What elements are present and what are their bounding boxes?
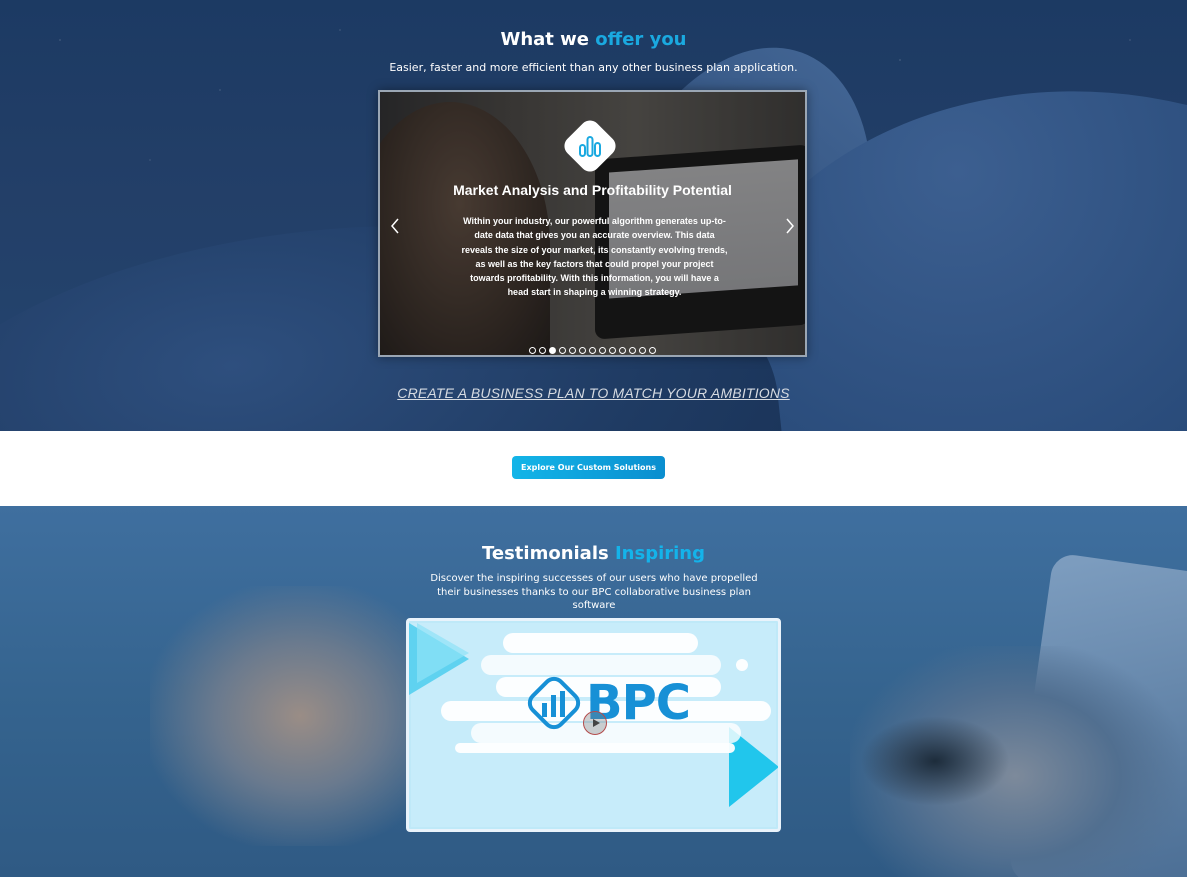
cta-band: Explore Our Custom Solutions bbox=[0, 431, 1187, 506]
carousel-dot[interactable] bbox=[609, 347, 616, 354]
bpc-logo-icon bbox=[527, 676, 581, 730]
chevron-left-icon bbox=[391, 218, 399, 234]
carousel-dot[interactable] bbox=[629, 347, 636, 354]
testimonials-title: Testimonials Inspiring bbox=[0, 543, 1187, 564]
testimonials-subtitle: Discover the inspiring successes of our … bbox=[430, 573, 758, 611]
carousel-dot[interactable] bbox=[649, 347, 656, 354]
testimonials-title-accent: Inspiring bbox=[614, 543, 706, 564]
chevron-right-icon bbox=[786, 218, 794, 234]
carousel-dot[interactable] bbox=[539, 347, 546, 354]
play-icon[interactable] bbox=[583, 711, 607, 735]
explore-solutions-button[interactable]: Explore Our Custom Solutions bbox=[512, 456, 665, 479]
carousel-dot[interactable] bbox=[559, 347, 566, 354]
testimonial-video[interactable]: BPC bbox=[406, 618, 781, 832]
slide-description: Within your industry, our powerful algor… bbox=[461, 216, 728, 298]
carousel-dot[interactable] bbox=[619, 347, 626, 354]
background-watch bbox=[860, 716, 1010, 806]
carousel-prev-button[interactable] bbox=[386, 214, 404, 238]
create-business-plan-link[interactable]: CREATE A BUSINESS PLAN TO MATCH YOUR AMB… bbox=[0, 385, 1187, 401]
testimonials-section: Testimonials Inspiring Discover the insp… bbox=[0, 506, 1187, 877]
carousel-dot[interactable] bbox=[569, 347, 576, 354]
carousel-dot[interactable] bbox=[529, 347, 536, 354]
offer-subtitle: Easier, faster and more efficient than a… bbox=[389, 61, 798, 74]
background-blur bbox=[150, 586, 450, 846]
carousel-dot[interactable] bbox=[589, 347, 596, 354]
carousel-next-button[interactable] bbox=[781, 214, 799, 238]
carousel-dot[interactable] bbox=[639, 347, 646, 354]
carousel-dots bbox=[380, 347, 805, 354]
offer-title-main: What we bbox=[500, 29, 596, 50]
slide-title: Market Analysis and Profitability Potent… bbox=[453, 182, 732, 198]
carousel-dot[interactable] bbox=[599, 347, 606, 354]
testimonials-title-main: Testimonials bbox=[481, 543, 615, 564]
carousel-dot[interactable] bbox=[579, 347, 586, 354]
offer-title-accent: offer you bbox=[595, 29, 687, 50]
feature-carousel: Market Analysis and Profitability Potent… bbox=[378, 90, 807, 357]
carousel-dot[interactable] bbox=[549, 347, 556, 354]
offer-section: What we offer you Easier, faster and mor… bbox=[0, 0, 1187, 431]
offer-title: What we offer you bbox=[0, 29, 1187, 50]
